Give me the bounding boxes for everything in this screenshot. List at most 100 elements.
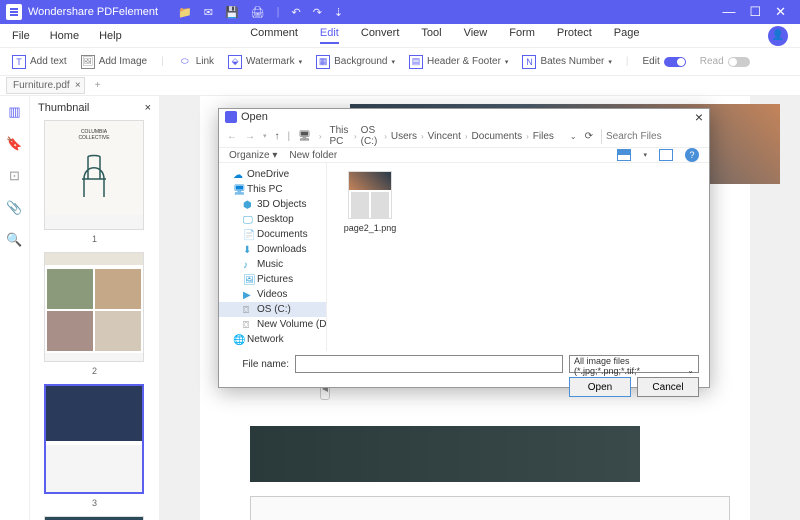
redo-icon[interactable]: ↷: [313, 6, 322, 19]
close-tab-icon[interactable]: ×: [75, 80, 81, 91]
breadcrumb-item[interactable]: Users: [391, 131, 417, 142]
search-panel-icon[interactable]: 🔍: [7, 232, 23, 248]
tab-form[interactable]: Form: [509, 27, 535, 44]
tab-comment[interactable]: Comment: [250, 27, 298, 44]
chevron-down-icon[interactable]: ⌄: [570, 132, 577, 141]
add-text-button[interactable]: TAdd text: [12, 55, 67, 69]
tree-node-this-pc[interactable]: 🖥This PC: [219, 182, 326, 197]
quick-access-toolbar: 📁 ✉ 💾 🖨 | ↶ ↷ ⇣: [178, 6, 343, 19]
open-icon[interactable]: 📁: [178, 6, 192, 19]
tab-view[interactable]: View: [464, 27, 488, 44]
more-icon[interactable]: ⇣: [334, 6, 343, 19]
view-details-button[interactable]: [659, 149, 673, 161]
folder-tree[interactable]: ☁OneDrive🖥This PC⬢3D Objects🖵Desktop📄Doc…: [219, 163, 327, 351]
page-thumbnail[interactable]: [44, 516, 144, 520]
print-icon[interactable]: 🖨: [251, 6, 265, 19]
read-mode-toggle[interactable]: Read: [700, 56, 750, 67]
bookmark-panel-icon[interactable]: 🔖: [7, 136, 23, 152]
file-list[interactable]: page2_1.png: [327, 163, 709, 351]
app-title: Wondershare PDFelement: [28, 6, 158, 18]
mail-icon[interactable]: ✉: [204, 6, 213, 19]
open-file-dialog: Open × ← → ▾ ↑ | 🖥 › This PC› OS (C:)› U…: [218, 108, 710, 388]
tree-node-documents[interactable]: 📄Documents: [219, 227, 326, 242]
add-image-button[interactable]: 🖼Add Image: [81, 55, 147, 69]
help-icon[interactable]: ?: [685, 148, 699, 162]
file-item[interactable]: page2_1.png: [335, 171, 405, 233]
menu-file[interactable]: File: [12, 30, 30, 42]
tree-node-music[interactable]: ♪Music: [219, 257, 326, 272]
cancel-button[interactable]: Cancel: [637, 377, 699, 397]
file-type-filter[interactable]: All image files (*.jpg;*.png;*.tif;* ⌄: [569, 355, 699, 373]
undo-icon[interactable]: ↶: [291, 6, 300, 19]
window-controls: — ☐ ✕: [722, 4, 794, 20]
tab-convert[interactable]: Convert: [361, 27, 400, 44]
header-footer-button[interactable]: ▤Header & Footer▾: [409, 55, 508, 69]
page-number: 2: [44, 366, 145, 376]
minimize-button[interactable]: —: [722, 4, 735, 20]
link-button[interactable]: ⬭Link: [178, 55, 214, 69]
tree-node-desktop[interactable]: 🖵Desktop: [219, 212, 326, 227]
breadcrumb-item[interactable]: This PC: [330, 125, 351, 147]
save-icon[interactable]: 💾: [225, 6, 239, 19]
tree-node-new-volume-d-[interactable]: ⌼New Volume (D:): [219, 317, 326, 332]
nav-forward-icon[interactable]: →: [245, 131, 255, 142]
dialog-icon: [225, 111, 237, 123]
tree-node-onedrive[interactable]: ☁OneDrive: [219, 167, 326, 182]
view-icons-button[interactable]: [617, 149, 631, 161]
thumbnail-panel-icon[interactable]: ▥: [7, 104, 23, 120]
document-tab[interactable]: Furniture.pdf×: [6, 77, 85, 94]
document-tab-bar: Furniture.pdf× +: [0, 76, 800, 96]
file-name-input[interactable]: [295, 355, 563, 373]
page-thumbnail[interactable]: [44, 252, 144, 362]
file-name: page2_1.png: [335, 223, 405, 233]
tree-node-network[interactable]: 🌐Network: [219, 332, 326, 347]
new-tab-button[interactable]: +: [89, 80, 107, 91]
nav-back-icon[interactable]: ←: [227, 131, 237, 142]
watermark-button[interactable]: ⬙Watermark▾: [228, 55, 302, 69]
edit-mode-toggle[interactable]: Edit: [642, 56, 685, 67]
tree-node-3d-objects[interactable]: ⬢3D Objects: [219, 197, 326, 212]
page-number: 3: [44, 498, 145, 508]
open-button[interactable]: Open: [569, 377, 631, 397]
titlebar: Wondershare PDFelement 📁 ✉ 💾 🖨 | ↶ ↷ ⇣ —…: [0, 0, 800, 24]
refresh-icon[interactable]: ⟳: [585, 131, 593, 142]
dialog-close-button[interactable]: ×: [695, 109, 703, 125]
tree-node-videos[interactable]: ▶Videos: [219, 287, 326, 302]
comment-panel-icon[interactable]: ⊡: [7, 168, 23, 184]
organize-menu[interactable]: Organize ▾: [229, 150, 277, 161]
page-thumbnail[interactable]: [44, 384, 144, 494]
bates-number-button[interactable]: NBates Number▾: [522, 55, 611, 69]
menu-home[interactable]: Home: [50, 30, 79, 42]
breadcrumb-item[interactable]: Documents: [472, 131, 523, 142]
edit-toolbar: TAdd text 🖼Add Image | ⬭Link ⬙Watermark▾…: [0, 48, 800, 76]
tree-node-downloads[interactable]: ⬇Downloads: [219, 242, 326, 257]
breadcrumb-item[interactable]: Vincent: [428, 131, 461, 142]
pc-icon: 🖥: [298, 131, 311, 142]
nav-up-icon[interactable]: ↑: [275, 131, 280, 142]
background-button[interactable]: ▦Background▾: [316, 55, 395, 69]
menu-help[interactable]: Help: [99, 30, 122, 42]
close-thumbnail-icon[interactable]: ×: [145, 102, 151, 114]
menu-bar: File Home Help Comment Edit Convert Tool…: [0, 24, 800, 48]
page-number: 1: [44, 234, 145, 244]
tab-protect[interactable]: Protect: [557, 27, 592, 44]
dialog-title: Open: [241, 111, 268, 123]
thumbnail-pane: Thumbnail × COLUMBIACOLLECTIVE 1 2 3: [30, 96, 160, 520]
tab-edit[interactable]: Edit: [320, 27, 339, 44]
thumbnail-title: Thumbnail: [38, 102, 89, 114]
breadcrumb-item[interactable]: Files: [533, 131, 554, 142]
page-thumbnail[interactable]: COLUMBIACOLLECTIVE: [44, 120, 144, 230]
tree-node-os-c-[interactable]: ⌼OS (C:): [219, 302, 326, 317]
attachment-panel-icon[interactable]: 📎: [7, 200, 23, 216]
thumbnail-list[interactable]: COLUMBIACOLLECTIVE 1 2 3: [30, 120, 159, 520]
tree-node-pictures[interactable]: 🖼Pictures: [219, 272, 326, 287]
tab-page[interactable]: Page: [614, 27, 640, 44]
breadcrumb-item[interactable]: OS (C:): [361, 125, 381, 147]
app-logo: [6, 4, 22, 20]
maximize-button[interactable]: ☐: [749, 4, 761, 20]
user-avatar[interactable]: 👤: [768, 26, 788, 46]
close-button[interactable]: ✕: [775, 4, 786, 20]
tab-tool[interactable]: Tool: [421, 27, 441, 44]
new-folder-button[interactable]: New folder: [289, 150, 337, 161]
search-input[interactable]: [601, 129, 701, 144]
